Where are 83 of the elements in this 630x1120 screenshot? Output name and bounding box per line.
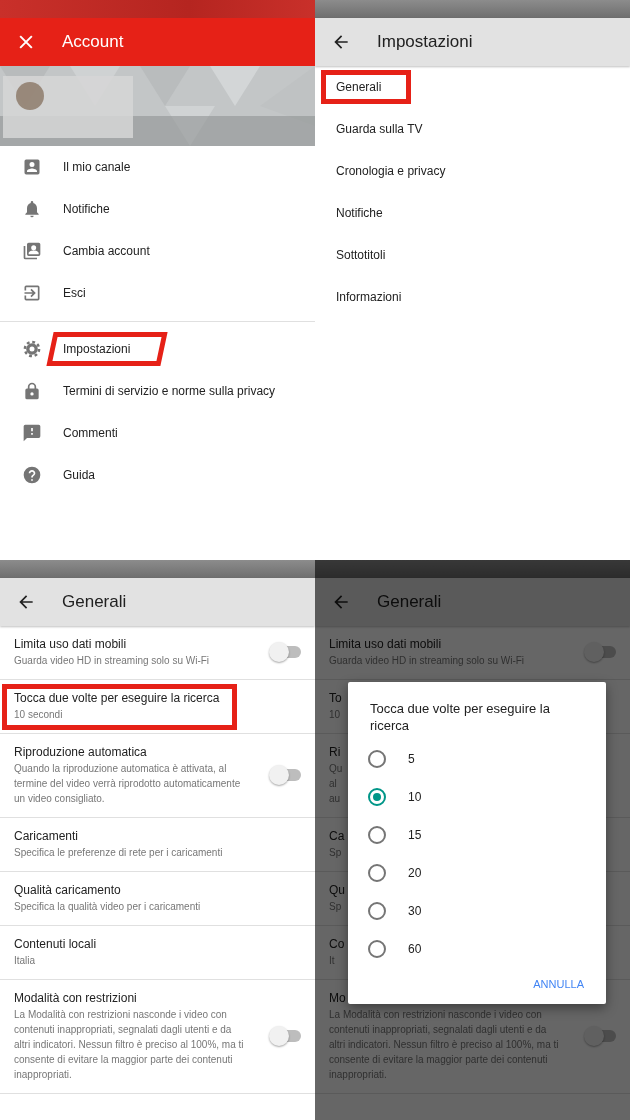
menu-item[interactable]: Termini di servizio e norme sulla privacy — [0, 370, 315, 412]
option-label: 60 — [408, 942, 422, 956]
settings-label: Notifiche — [336, 206, 383, 220]
setting-description: Specifica le preferenze di rete per i caricamenti — [14, 846, 224, 860]
screen-title: Generali — [62, 592, 127, 612]
radio-button[interactable] — [368, 788, 386, 806]
setting-description: Italia — [14, 954, 37, 968]
radio-option[interactable]: 60 — [348, 930, 606, 968]
exit-icon — [22, 283, 42, 303]
settings-item[interactable]: Guarda sulla TV — [315, 108, 630, 150]
radio-option[interactable]: 10 — [348, 778, 606, 816]
setting-title: Modalità con restrizioni — [14, 990, 138, 1007]
menu-item[interactable]: Il mio canale — [0, 146, 315, 188]
menu-item[interactable]: Impostazioni — [0, 328, 315, 370]
settings-label: Cronologia e privacy — [336, 164, 446, 178]
setting-description: Specifica la qualità video per i caricamenti — [14, 900, 202, 914]
setting-description: Quando la riproduzione automatica è attivata, al termine del video verrà riprodotto automaticamente un video consigliato. — [14, 762, 242, 806]
setting-title: Mo — [329, 990, 346, 1007]
cancel-button[interactable]: ANNULLA — [525, 974, 592, 994]
setting-title: Limita uso dati mobili — [14, 636, 128, 653]
menu-label: Guida — [63, 468, 96, 482]
menu-label: Il mio canale — [63, 160, 131, 174]
setting-title: Qu — [329, 882, 345, 899]
settings-item[interactable]: Notifiche — [315, 192, 630, 234]
screen-title: Generali — [377, 592, 442, 612]
feedback-icon — [22, 423, 42, 443]
setting-description: 10 secondi — [14, 708, 64, 722]
radio-option[interactable]: 30 — [348, 892, 606, 930]
screen-title: Impostazioni — [377, 32, 473, 52]
switch-account-icon — [22, 241, 42, 261]
menu-item[interactable]: Guida — [0, 454, 315, 496]
menu-label: Cambia account — [63, 244, 150, 258]
option-label: 10 — [408, 790, 422, 804]
setting-description: Guarda video HD in streaming solo su Wi-Fi — [14, 654, 211, 668]
menu-item[interactable]: Commenti — [0, 412, 315, 454]
menu-label: Commenti — [63, 426, 118, 440]
settings-icon — [22, 339, 42, 359]
radio-option[interactable]: 20 — [348, 854, 606, 892]
setting-title: Caricamenti — [14, 828, 80, 845]
dialog-title: Tocca due volte per eseguire la ricerca — [369, 700, 551, 734]
settings-item[interactable]: Informazioni — [315, 276, 630, 318]
settings-label: Sottotitoli — [336, 248, 386, 262]
settings-row[interactable]: Tocca due volte per eseguire la ricerca 10 secondi — [0, 680, 315, 734]
settings-item[interactable]: Generali — [315, 66, 630, 108]
account-box-icon — [22, 157, 42, 177]
radio-option[interactable]: 15 — [348, 816, 606, 854]
setting-title: Limita uso dati mobili — [329, 636, 442, 653]
setting-description: La Modalità con restrizioni nasconde i video con contenuti inappropriati, segnalati dagli utenti e da altri indicatori. Nessun filtro è preciso al 100%, ma ti consente di evitare la maggior parte dei contenuti inappropriati. — [14, 1008, 245, 1082]
setting-title: Riproduzione automatica — [14, 744, 148, 761]
settings-item[interactable]: Sottotitoli — [315, 234, 630, 276]
menu-label: Notifiche — [63, 202, 110, 216]
radio-option[interactable]: 5 — [348, 740, 606, 778]
menu-label: Impostazioni — [63, 342, 131, 356]
menu-item[interactable]: Notifiche — [0, 188, 315, 230]
setting-title: Co — [329, 936, 345, 953]
settings-row[interactable]: Limita uso dati mobili Guarda video HD in streaming solo su Wi-Fi — [0, 626, 315, 680]
radio-button[interactable] — [368, 902, 386, 920]
setting-title: To — [329, 690, 342, 707]
setting-title: Contenuti locali — [14, 936, 98, 953]
setting-title: Qualità caricamento — [14, 882, 122, 899]
screen-title: Account — [62, 32, 124, 52]
menu-item[interactable]: Esci — [0, 272, 315, 314]
option-label: 30 — [408, 904, 422, 918]
setting-title: Ri — [329, 744, 341, 761]
setting-title: Tocca due volte per eseguire la ricerca — [14, 690, 221, 707]
setting-title: Ca — [329, 828, 345, 845]
menu-label: Termini di servizio e norme sulla privacy — [63, 384, 276, 398]
radio-button[interactable] — [368, 940, 386, 958]
radio-button[interactable] — [368, 750, 386, 768]
settings-label: Informazioni — [336, 290, 402, 304]
lock-icon — [22, 381, 42, 401]
settings-label: Generali — [336, 80, 382, 94]
radio-button[interactable] — [368, 864, 386, 882]
settings-label: Guarda sulla TV — [336, 122, 423, 136]
bell-icon — [22, 199, 42, 219]
menu-label: Esci — [63, 286, 86, 300]
menu-item[interactable]: Cambia account — [0, 230, 315, 272]
help-icon — [22, 465, 42, 485]
radio-button[interactable] — [368, 826, 386, 844]
option-label: 15 — [408, 828, 422, 842]
option-label: 5 — [408, 752, 415, 766]
option-label: 20 — [408, 866, 422, 880]
settings-item[interactable]: Cronologia e privacy — [315, 150, 630, 192]
